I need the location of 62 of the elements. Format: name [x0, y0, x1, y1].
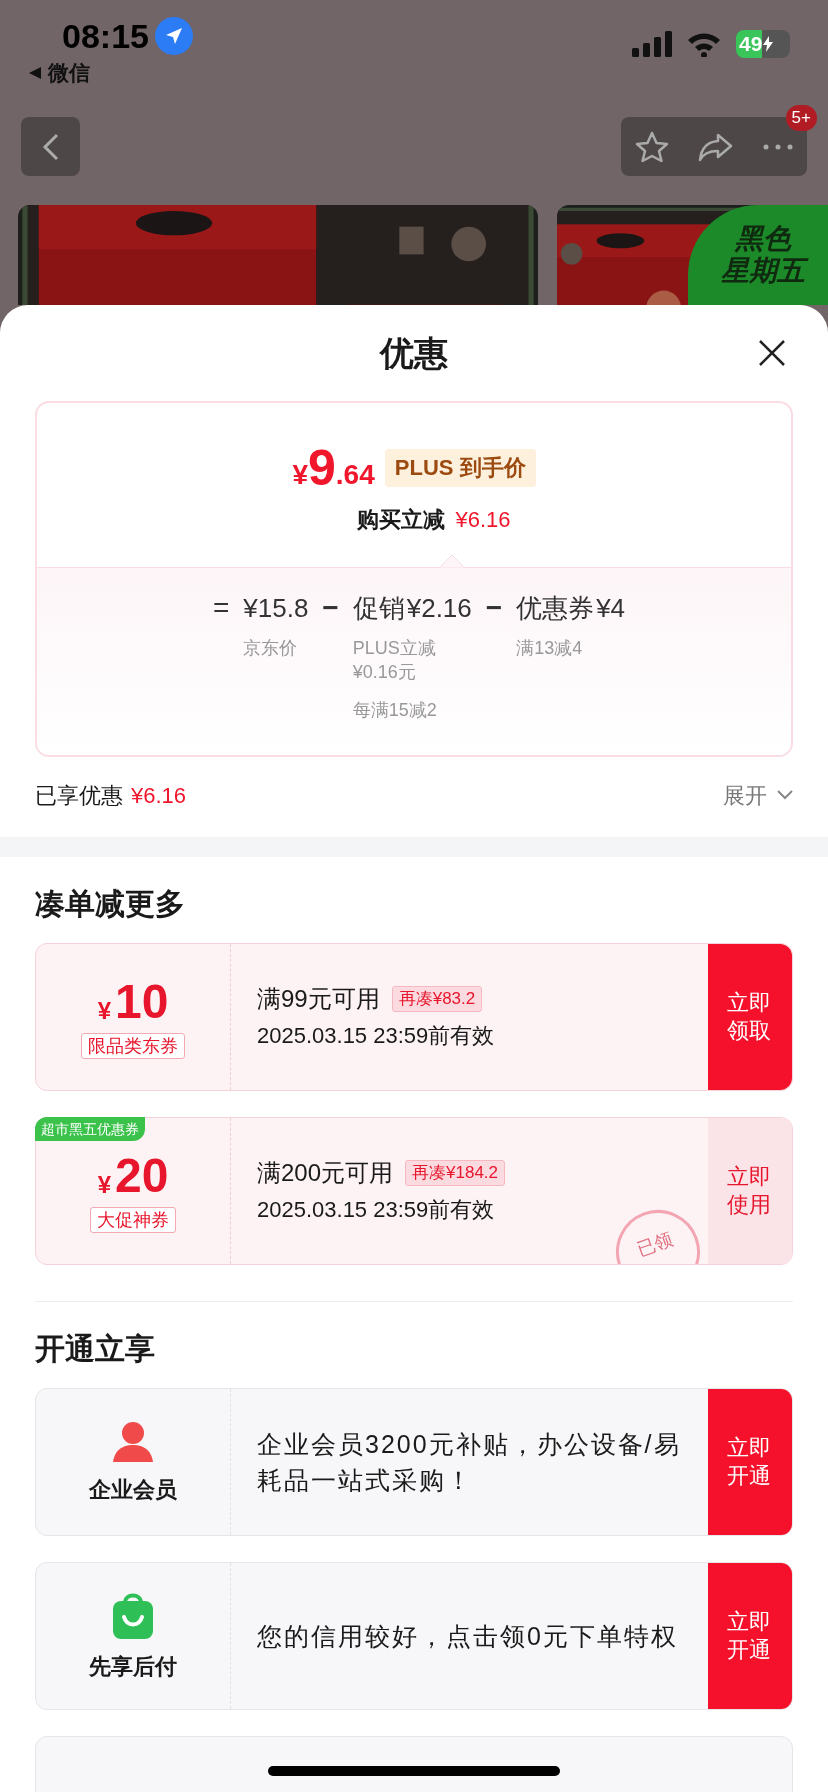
notification-badge: 5+ — [785, 105, 817, 131]
final-price-decimal: .64 — [335, 458, 375, 492]
wifi-icon — [686, 31, 722, 57]
instant-discount-label: 购买立减 — [357, 506, 446, 534]
instant-discount-value: ¥6.16 — [455, 506, 511, 534]
minus-sign: − — [322, 591, 339, 625]
person-icon — [111, 1420, 155, 1462]
term-label: 优惠券 — [516, 592, 595, 625]
status-time: 08:15 — [62, 16, 149, 56]
currency-symbol: ¥ — [97, 1170, 111, 1200]
coupon-amount: 10 — [115, 975, 169, 1029]
plus-price-tag: PLUS 到手价 — [384, 449, 536, 487]
enjoyed-discount-value: ¥6.16 — [131, 781, 187, 810]
section-title: 开通立享 — [35, 1330, 155, 1367]
activate-button[interactable]: 立即开通 — [708, 1563, 792, 1709]
term-label: 促销 — [352, 592, 405, 625]
coupon-condition: 满200元可用 — [257, 1158, 394, 1188]
coupon-action-button[interactable]: 立即领取 — [708, 944, 792, 1090]
validity-text: 2025.03.15 23:59前有效 — [257, 1196, 496, 1224]
back-button[interactable] — [21, 117, 80, 176]
term-amount: ¥4 — [596, 592, 626, 625]
section-title: 凑单减更多 — [35, 885, 185, 922]
final-price-integer: 9 — [308, 443, 336, 493]
remaining-amount-tag: 再凑¥184.2 — [405, 1160, 506, 1186]
validity-text: 2025.03.15 23:59前有效 — [257, 1022, 496, 1050]
equals-sign: = — [212, 591, 230, 625]
remaining-amount-tag: 再凑¥83.2 — [391, 986, 483, 1012]
term-note: PLUS立减 ¥0.16元 — [352, 637, 437, 684]
more-icon[interactable] — [762, 143, 793, 150]
coupon-type-label: 大促神券 — [90, 1207, 176, 1233]
coupon-type-label: 限品类东券 — [81, 1033, 185, 1059]
battery-indicator: 49 — [736, 30, 790, 58]
star-icon[interactable] — [635, 130, 670, 163]
service-description: 企业会员3200元补贴，办公设备/易耗品一站式采购！ — [257, 1429, 682, 1496]
back-to-app-link[interactable]: 微信 — [48, 60, 90, 86]
term-amount: ¥2.16 — [406, 592, 472, 625]
shopping-bag-icon — [111, 1591, 155, 1639]
minus-sign: − — [485, 591, 503, 625]
coupon-condition: 满99元可用 — [257, 984, 380, 1014]
close-icon[interactable] — [758, 339, 786, 367]
service-name: 企业会员 — [89, 1476, 177, 1504]
share-icon[interactable] — [698, 131, 734, 162]
term-note: 每满15减2 — [352, 699, 438, 722]
enjoyed-discount-label: 已享优惠 — [35, 781, 123, 810]
term-note: 满13减4 — [516, 637, 584, 660]
term-note: 京东价 — [243, 637, 299, 660]
currency-symbol: ¥ — [292, 459, 308, 492]
coupon-action-button[interactable]: 立即使用 — [708, 1118, 792, 1264]
expand-button[interactable]: 展开 — [723, 778, 793, 812]
activate-button[interactable]: 立即开通 — [708, 1389, 792, 1535]
service-description: 您的信用较好，点击领0元下单特权 — [257, 1621, 678, 1652]
currency-symbol: ¥ — [97, 996, 111, 1026]
sheet-title: 优惠 — [380, 332, 448, 374]
back-triangle-icon — [28, 66, 42, 80]
back-chevron-icon — [40, 131, 61, 162]
term-amount: ¥15.8 — [243, 592, 309, 625]
coupon-amount: 20 — [115, 1149, 169, 1203]
service-name: 先享后付 — [89, 1653, 177, 1681]
coupon-tag: 超市黑五优惠券 — [35, 1117, 145, 1141]
chevron-down-icon — [777, 790, 793, 800]
promo-badge: 黑色 星期五 — [688, 205, 828, 305]
signal-icon — [632, 31, 672, 57]
